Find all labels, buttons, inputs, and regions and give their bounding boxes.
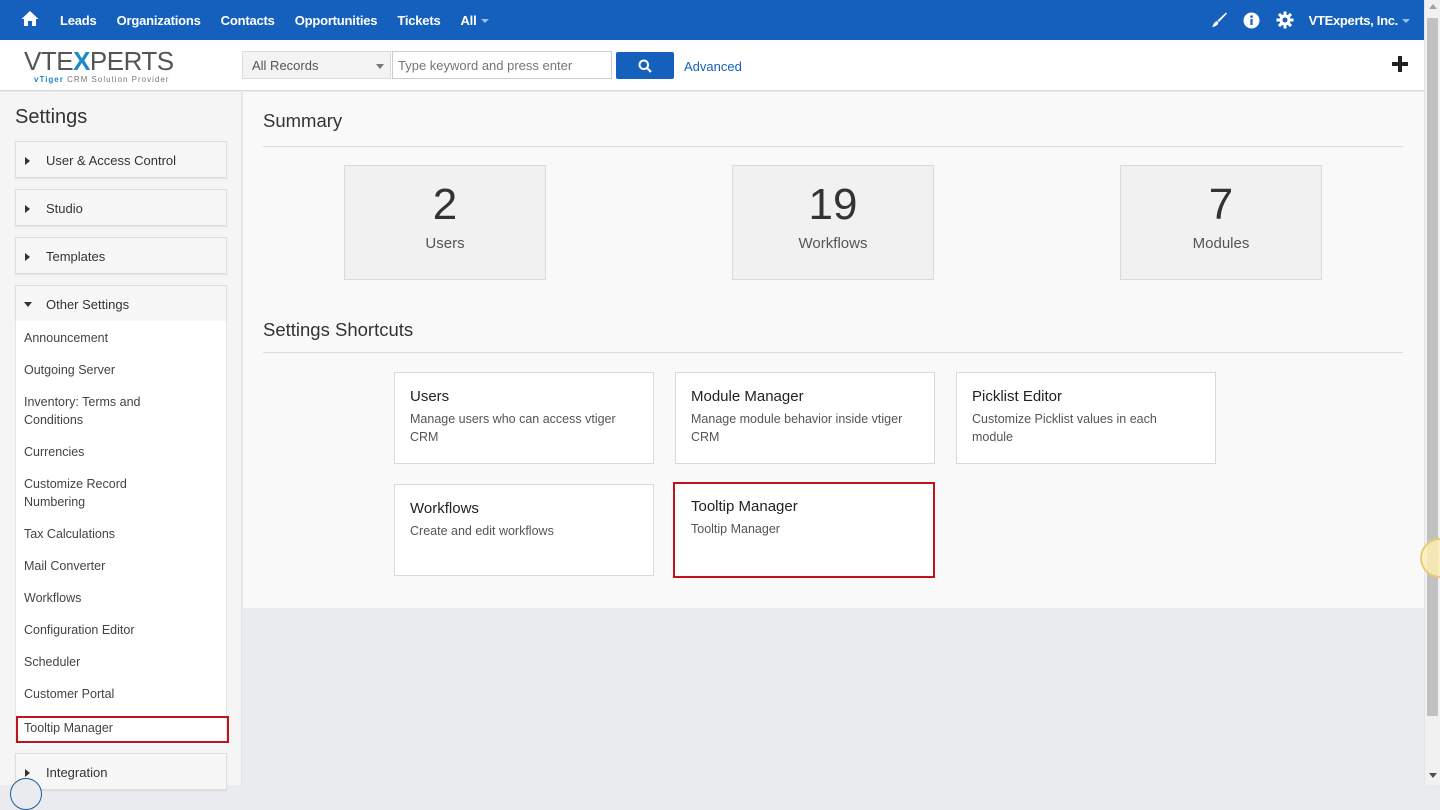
- sidebar-item-customer-portal[interactable]: Customer Portal: [24, 685, 219, 703]
- sidebar-section-templates[interactable]: Templates: [15, 237, 227, 274]
- stat-users[interactable]: 2 Users: [344, 165, 546, 280]
- advanced-search-link[interactable]: Advanced: [684, 59, 742, 74]
- account-name: VTExperts, Inc.: [1308, 12, 1399, 28]
- section-label: User & Access Control: [46, 153, 177, 168]
- settings-sidebar: Settings User & Access Control Studio Te…: [0, 92, 242, 790]
- search-bar: VTEXPERTS vTiger CRM Solution Provider A…: [0, 40, 1424, 91]
- card-title: Picklist Editor: [972, 388, 1063, 405]
- chevron-down-icon: [376, 64, 384, 69]
- sidebar-item-announcement[interactable]: Announcement: [24, 329, 219, 347]
- section-label: Other Settings: [46, 297, 130, 312]
- shortcut-users[interactable]: Users Manage users who can access vtiger…: [394, 372, 654, 464]
- chevron-down-icon: [480, 19, 489, 24]
- sidebar-section-other-settings[interactable]: Other Settings: [15, 285, 227, 322]
- main-nav: Leads Organizations Contacts Opportuniti…: [60, 0, 509, 40]
- sidebar-item-scheduler[interactable]: Scheduler: [24, 653, 219, 671]
- nav-organizations[interactable]: Organizations: [117, 13, 201, 28]
- search-icon: [638, 59, 652, 73]
- scrollbar-thumb[interactable]: [1427, 18, 1438, 716]
- nav-contacts[interactable]: Contacts: [221, 13, 275, 28]
- card-desc: Manage module behavior inside vtiger CRM: [691, 412, 903, 444]
- stat-modules[interactable]: 7 Modules: [1120, 165, 1322, 280]
- sidebar-title: Settings: [15, 106, 88, 128]
- sidebar-item-customize-record-numbering[interactable]: Customize Record Numbering: [24, 475, 144, 511]
- sidebar-section-user-access-control[interactable]: User & Access Control: [15, 141, 227, 178]
- nav-tickets[interactable]: Tickets: [397, 13, 440, 28]
- company-logo[interactable]: VTEXPERTS vTiger CRM Solution Provider: [24, 48, 184, 86]
- top-right-tools: VTExperts, Inc.: [1210, 0, 1440, 40]
- shortcuts-title: Settings Shortcuts: [263, 319, 414, 340]
- summary-title: Summary: [263, 110, 343, 131]
- paintbrush-icon[interactable]: [1210, 11, 1228, 29]
- sidebar-section-studio[interactable]: Studio: [15, 189, 227, 226]
- logo-wordmark: VTEXPERTS: [24, 46, 174, 76]
- sidebar-item-workflows[interactable]: Workflows: [24, 589, 219, 607]
- card-desc: Manage users who can access vtiger CRM: [410, 412, 616, 444]
- card-desc: Customize Picklist values in each module: [972, 412, 1157, 444]
- card-title: Tooltip Manager: [691, 498, 798, 515]
- card-desc: Create and edit workflows: [410, 524, 554, 538]
- home-icon[interactable]: [20, 9, 40, 29]
- sidebar-item-outgoing-server[interactable]: Outgoing Server: [24, 361, 219, 379]
- caret-right-icon: [25, 769, 30, 777]
- shortcut-picklist-editor[interactable]: Picklist Editor Customize Picklist value…: [956, 372, 1216, 464]
- shortcut-module-manager[interactable]: Module Manager Manage module behavior in…: [675, 372, 935, 464]
- page-scrollbar[interactable]: [1424, 0, 1440, 785]
- shortcut-workflows[interactable]: Workflows Create and edit workflows: [394, 484, 654, 576]
- account-menu[interactable]: VTExperts, Inc.: [1309, 13, 1410, 28]
- stat-value: 2: [432, 180, 458, 229]
- search-input[interactable]: [392, 51, 612, 79]
- sidebar-item-tooltip-manager[interactable]: Tooltip Manager: [16, 716, 229, 743]
- stat-label: Workflows: [798, 235, 868, 252]
- other-settings-list: Announcement Outgoing Server Inventory: …: [15, 321, 229, 745]
- section-label: Integration: [46, 765, 108, 780]
- card-title: Module Manager: [691, 388, 804, 405]
- stat-workflows[interactable]: 19 Workflows: [732, 165, 934, 280]
- sidebar-item-currencies[interactable]: Currencies: [24, 443, 219, 461]
- help-bubble-icon[interactable]: [10, 778, 42, 810]
- logo-tagline: vTiger CRM Solution Provider: [34, 75, 170, 84]
- info-icon[interactable]: [1243, 11, 1261, 29]
- section-label: Templates: [46, 249, 106, 264]
- nav-opportunities[interactable]: Opportunities: [295, 13, 378, 28]
- chevron-down-icon: [1402, 19, 1410, 24]
- section-label: Studio: [46, 201, 83, 216]
- caret-right-icon: [25, 157, 30, 165]
- stat-value: 19: [808, 180, 858, 229]
- scroll-up-arrow-icon[interactable]: [1429, 4, 1437, 9]
- sidebar-item-mail-converter[interactable]: Mail Converter: [24, 557, 219, 575]
- caret-right-icon: [25, 253, 30, 261]
- sidebar-item-tax-calculations[interactable]: Tax Calculations: [24, 525, 219, 543]
- shortcut-tooltip-manager[interactable]: Tooltip Manager Tooltip Manager: [673, 482, 935, 578]
- card-title: Users: [410, 388, 450, 405]
- caret-right-icon: [25, 205, 30, 213]
- divider: [263, 352, 1403, 353]
- card-title: Workflows: [410, 500, 479, 517]
- caret-down-icon: [24, 302, 32, 307]
- nav-leads[interactable]: Leads: [60, 13, 97, 28]
- stat-value: 7: [1208, 180, 1234, 229]
- sidebar-item-configuration-editor[interactable]: Configuration Editor: [24, 621, 219, 639]
- scroll-down-arrow-icon[interactable]: [1429, 773, 1437, 778]
- search-scope-select[interactable]: All Records: [242, 51, 391, 79]
- card-desc: Tooltip Manager: [691, 522, 780, 536]
- search-button[interactable]: [616, 52, 674, 79]
- nav-all-menu[interactable]: All: [460, 12, 489, 28]
- divider: [263, 146, 1403, 147]
- nav-all-label: All: [460, 12, 477, 28]
- settings-main: Summary 2 Users 19 Workflows 7 Modules S…: [243, 92, 1424, 608]
- plus-icon[interactable]: [1390, 54, 1410, 74]
- stat-label: Users: [425, 235, 465, 252]
- sidebar-item-inventory-terms[interactable]: Inventory: Terms and Conditions: [24, 393, 164, 429]
- sidebar-section-integration[interactable]: Integration: [15, 753, 227, 790]
- search-scope-value: All Records: [252, 58, 319, 73]
- gear-icon[interactable]: [1276, 11, 1294, 29]
- top-navbar: Leads Organizations Contacts Opportuniti…: [0, 0, 1440, 40]
- stat-label: Modules: [1192, 235, 1250, 252]
